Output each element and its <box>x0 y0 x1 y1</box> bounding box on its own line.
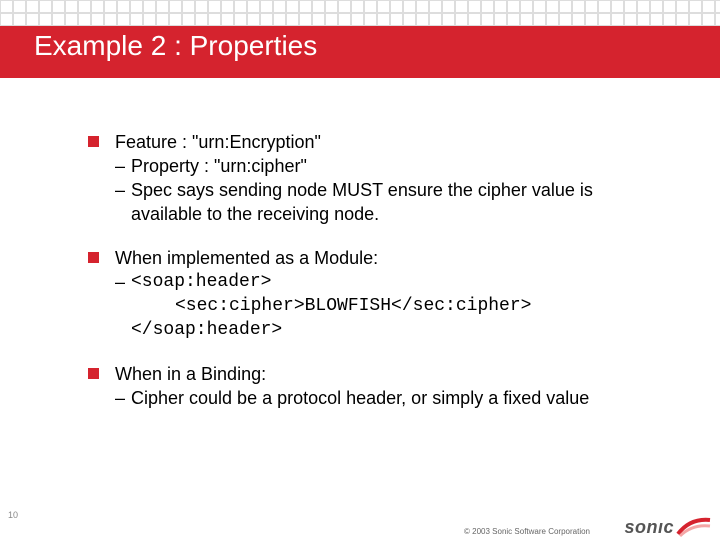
dash-icon: – <box>115 154 131 178</box>
bullet-square-icon <box>88 136 99 147</box>
bullet-square-icon <box>88 368 99 379</box>
bullet-1: Feature : "urn:Encryption" – Property : … <box>88 130 668 226</box>
bullet-1-sub2: Spec says sending node MUST ensure the c… <box>131 178 668 226</box>
bullet-2-head: When implemented as a Module: <box>115 246 378 270</box>
bullet-1-sub1: Property : "urn:cipher" <box>131 154 307 178</box>
logo-text: sonıc <box>624 517 674 538</box>
bullet-3-sub1: Cipher could be a protocol header, or si… <box>131 386 589 410</box>
code-line-2: <sec:cipher>BLOWFISH</sec:cipher> <box>131 294 531 318</box>
bullet-2: When implemented as a Module: – <soap:he… <box>88 246 668 342</box>
page-number: 10 <box>8 510 18 520</box>
logo-swoosh-icon <box>676 516 712 538</box>
dash-icon: – <box>115 178 131 202</box>
code-line-3: </soap:header> <box>131 318 531 342</box>
slide-body: Feature : "urn:Encryption" – Property : … <box>88 130 668 430</box>
bullet-1-head: Feature : "urn:Encryption" <box>115 130 321 154</box>
bullet-3-head: When in a Binding: <box>115 362 266 386</box>
decorative-grid-top <box>0 0 720 26</box>
copyright: © 2003 Sonic Software Corporation <box>464 527 590 536</box>
bullet-square-icon <box>88 252 99 263</box>
slide-title: Example 2 : Properties <box>34 30 317 62</box>
dash-icon: – <box>115 386 131 410</box>
code-line-1: <soap:header> <box>131 270 531 294</box>
sonic-logo: sonıc <box>624 516 712 538</box>
title-bar: Example 2 : Properties <box>0 26 720 78</box>
dash-icon: – <box>115 270 131 294</box>
bullet-3: When in a Binding: – Cipher could be a p… <box>88 362 668 410</box>
